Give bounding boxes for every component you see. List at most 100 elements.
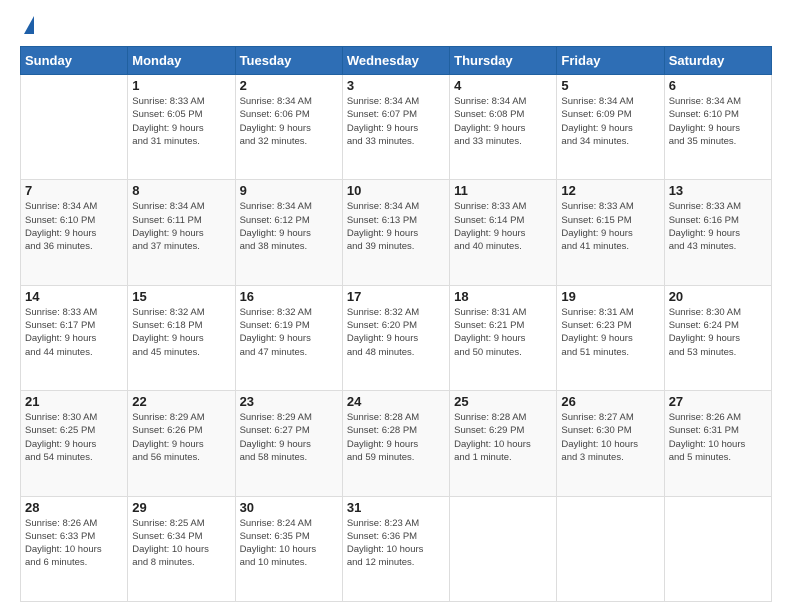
calendar-header-sunday: Sunday	[21, 47, 128, 75]
day-number: 21	[25, 394, 123, 409]
day-info: Sunrise: 8:24 AMSunset: 6:35 PMDaylight:…	[240, 517, 338, 570]
day-number: 31	[347, 500, 445, 515]
day-info: Sunrise: 8:33 AMSunset: 6:17 PMDaylight:…	[25, 306, 123, 359]
calendar-cell: 18 Sunrise: 8:31 AMSunset: 6:21 PMDayligh…	[450, 285, 557, 390]
calendar-cell: 1 Sunrise: 8:33 AMSunset: 6:05 PMDaylight…	[128, 75, 235, 180]
day-number: 26	[561, 394, 659, 409]
day-number: 11	[454, 183, 552, 198]
calendar-table: SundayMondayTuesdayWednesdayThursdayFrid…	[20, 46, 772, 602]
calendar-cell: 3 Sunrise: 8:34 AMSunset: 6:07 PMDaylight…	[342, 75, 449, 180]
calendar-cell: 12 Sunrise: 8:33 AMSunset: 6:15 PMDayligh…	[557, 180, 664, 285]
calendar-cell: 16 Sunrise: 8:32 AMSunset: 6:19 PMDayligh…	[235, 285, 342, 390]
calendar-header-saturday: Saturday	[664, 47, 771, 75]
day-info: Sunrise: 8:28 AMSunset: 6:29 PMDaylight:…	[454, 411, 552, 464]
day-info: Sunrise: 8:34 AMSunset: 6:08 PMDaylight:…	[454, 95, 552, 148]
calendar-cell: 25 Sunrise: 8:28 AMSunset: 6:29 PMDayligh…	[450, 391, 557, 496]
page: SundayMondayTuesdayWednesdayThursdayFrid…	[0, 0, 792, 612]
day-info: Sunrise: 8:34 AMSunset: 6:06 PMDaylight:…	[240, 95, 338, 148]
day-info: Sunrise: 8:26 AMSunset: 6:31 PMDaylight:…	[669, 411, 767, 464]
calendar-cell: 22 Sunrise: 8:29 AMSunset: 6:26 PMDayligh…	[128, 391, 235, 496]
day-number: 28	[25, 500, 123, 515]
day-info: Sunrise: 8:32 AMSunset: 6:19 PMDaylight:…	[240, 306, 338, 359]
calendar-cell: 4 Sunrise: 8:34 AMSunset: 6:08 PMDaylight…	[450, 75, 557, 180]
calendar-cell: 6 Sunrise: 8:34 AMSunset: 6:10 PMDaylight…	[664, 75, 771, 180]
calendar-cell: 11Sunrise: 8:33 AMSunset: 6:14 PMDayligh…	[450, 180, 557, 285]
day-info: Sunrise: 8:34 AMSunset: 6:12 PMDaylight:…	[240, 200, 338, 253]
day-number: 18	[454, 289, 552, 304]
day-number: 2	[240, 78, 338, 93]
calendar-cell: 13 Sunrise: 8:33 AMSunset: 6:16 PMDayligh…	[664, 180, 771, 285]
calendar-header-tuesday: Tuesday	[235, 47, 342, 75]
calendar-cell: 30 Sunrise: 8:24 AMSunset: 6:35 PMDayligh…	[235, 496, 342, 601]
day-number: 3	[347, 78, 445, 93]
calendar-week-0: 1 Sunrise: 8:33 AMSunset: 6:05 PMDaylight…	[21, 75, 772, 180]
logo	[20, 16, 34, 36]
day-number: 30	[240, 500, 338, 515]
day-info: Sunrise: 8:34 AMSunset: 6:09 PMDaylight:…	[561, 95, 659, 148]
day-number: 17	[347, 289, 445, 304]
calendar-header-row: SundayMondayTuesdayWednesdayThursdayFrid…	[21, 47, 772, 75]
day-info: Sunrise: 8:33 AMSunset: 6:05 PMDaylight:…	[132, 95, 230, 148]
day-info: Sunrise: 8:28 AMSunset: 6:28 PMDaylight:…	[347, 411, 445, 464]
day-number: 25	[454, 394, 552, 409]
day-number: 12	[561, 183, 659, 198]
calendar-cell: 17Sunrise: 8:32 AMSunset: 6:20 PMDayligh…	[342, 285, 449, 390]
day-info: Sunrise: 8:34 AMSunset: 6:10 PMDaylight:…	[669, 95, 767, 148]
day-info: Sunrise: 8:34 AMSunset: 6:13 PMDaylight:…	[347, 200, 445, 253]
calendar-cell	[557, 496, 664, 601]
logo-triangle-icon	[24, 16, 34, 34]
calendar-cell: 15 Sunrise: 8:32 AMSunset: 6:18 PMDayligh…	[128, 285, 235, 390]
calendar-cell: 8Sunrise: 8:34 AMSunset: 6:11 PMDaylight…	[128, 180, 235, 285]
day-info: Sunrise: 8:25 AMSunset: 6:34 PMDaylight:…	[132, 517, 230, 570]
calendar-cell: 14Sunrise: 8:33 AMSunset: 6:17 PMDayligh…	[21, 285, 128, 390]
calendar-cell: 29Sunrise: 8:25 AMSunset: 6:34 PMDayligh…	[128, 496, 235, 601]
day-info: Sunrise: 8:33 AMSunset: 6:16 PMDaylight:…	[669, 200, 767, 253]
day-info: Sunrise: 8:34 AMSunset: 6:10 PMDaylight:…	[25, 200, 123, 253]
day-number: 16	[240, 289, 338, 304]
calendar-cell: 20Sunrise: 8:30 AMSunset: 6:24 PMDayligh…	[664, 285, 771, 390]
day-info: Sunrise: 8:29 AMSunset: 6:27 PMDaylight:…	[240, 411, 338, 464]
day-info: Sunrise: 8:34 AMSunset: 6:11 PMDaylight:…	[132, 200, 230, 253]
calendar-cell: 7Sunrise: 8:34 AMSunset: 6:10 PMDaylight…	[21, 180, 128, 285]
day-number: 27	[669, 394, 767, 409]
calendar-week-3: 21 Sunrise: 8:30 AMSunset: 6:25 PMDayligh…	[21, 391, 772, 496]
calendar-cell: 28 Sunrise: 8:26 AMSunset: 6:33 PMDayligh…	[21, 496, 128, 601]
day-number: 15	[132, 289, 230, 304]
calendar-header-monday: Monday	[128, 47, 235, 75]
calendar-week-1: 7Sunrise: 8:34 AMSunset: 6:10 PMDaylight…	[21, 180, 772, 285]
day-info: Sunrise: 8:23 AMSunset: 6:36 PMDaylight:…	[347, 517, 445, 570]
day-number: 5	[561, 78, 659, 93]
day-number: 10	[347, 183, 445, 198]
day-info: Sunrise: 8:33 AMSunset: 6:15 PMDaylight:…	[561, 200, 659, 253]
day-info: Sunrise: 8:34 AMSunset: 6:07 PMDaylight:…	[347, 95, 445, 148]
day-number: 19	[561, 289, 659, 304]
calendar-cell: 19 Sunrise: 8:31 AMSunset: 6:23 PMDayligh…	[557, 285, 664, 390]
day-number: 1	[132, 78, 230, 93]
logo-text	[20, 16, 34, 36]
day-number: 22	[132, 394, 230, 409]
calendar-header-friday: Friday	[557, 47, 664, 75]
day-info: Sunrise: 8:32 AMSunset: 6:18 PMDaylight:…	[132, 306, 230, 359]
day-info: Sunrise: 8:27 AMSunset: 6:30 PMDaylight:…	[561, 411, 659, 464]
day-number: 24	[347, 394, 445, 409]
day-info: Sunrise: 8:29 AMSunset: 6:26 PMDaylight:…	[132, 411, 230, 464]
calendar-cell: 23Sunrise: 8:29 AMSunset: 6:27 PMDayligh…	[235, 391, 342, 496]
day-number: 4	[454, 78, 552, 93]
day-info: Sunrise: 8:31 AMSunset: 6:21 PMDaylight:…	[454, 306, 552, 359]
day-number: 20	[669, 289, 767, 304]
day-info: Sunrise: 8:31 AMSunset: 6:23 PMDaylight:…	[561, 306, 659, 359]
calendar-cell: 10 Sunrise: 8:34 AMSunset: 6:13 PMDayligh…	[342, 180, 449, 285]
day-number: 13	[669, 183, 767, 198]
calendar-cell: 5 Sunrise: 8:34 AMSunset: 6:09 PMDaylight…	[557, 75, 664, 180]
calendar-header-wednesday: Wednesday	[342, 47, 449, 75]
calendar-cell: 27 Sunrise: 8:26 AMSunset: 6:31 PMDayligh…	[664, 391, 771, 496]
calendar-cell	[21, 75, 128, 180]
calendar-week-2: 14Sunrise: 8:33 AMSunset: 6:17 PMDayligh…	[21, 285, 772, 390]
calendar-cell	[450, 496, 557, 601]
day-info: Sunrise: 8:26 AMSunset: 6:33 PMDaylight:…	[25, 517, 123, 570]
calendar-cell: 9Sunrise: 8:34 AMSunset: 6:12 PMDaylight…	[235, 180, 342, 285]
day-number: 6	[669, 78, 767, 93]
calendar-header-thursday: Thursday	[450, 47, 557, 75]
calendar-cell: 31 Sunrise: 8:23 AMSunset: 6:36 PMDayligh…	[342, 496, 449, 601]
day-info: Sunrise: 8:30 AMSunset: 6:25 PMDaylight:…	[25, 411, 123, 464]
